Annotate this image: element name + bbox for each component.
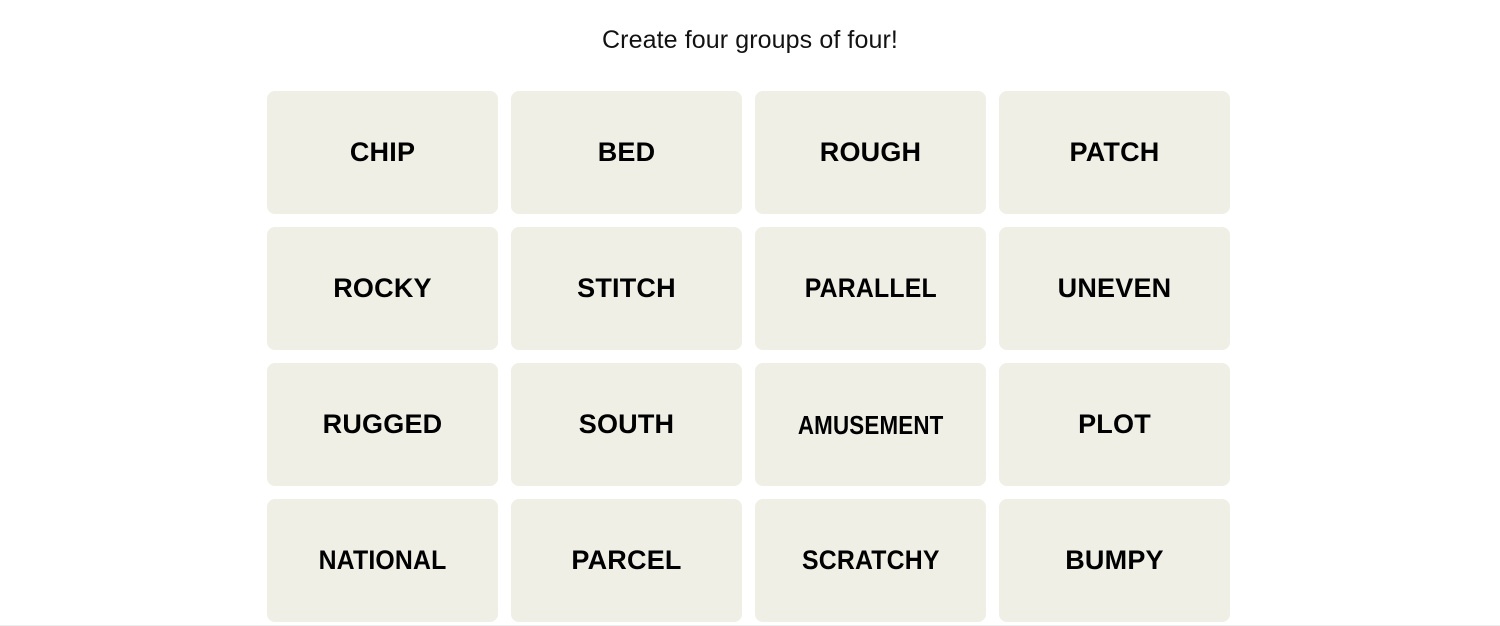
word-tile-label: ROCKY xyxy=(333,273,432,303)
word-tile[interactable]: PARCEL xyxy=(511,499,742,622)
word-tile[interactable]: PLOT xyxy=(999,363,1230,486)
word-tile[interactable]: CHIP xyxy=(267,91,498,214)
word-tile-label: STITCH xyxy=(577,273,676,303)
word-tile-label: AMUSEMENT xyxy=(797,409,944,440)
word-tile[interactable]: AMUSEMENT xyxy=(755,363,986,486)
connections-game-page: Create four groups of four! CHIP BED ROU… xyxy=(0,0,1500,626)
word-tile[interactable]: BED xyxy=(511,91,742,214)
word-tile[interactable]: PARALLEL xyxy=(755,227,986,350)
word-grid: CHIP BED ROUGH PATCH ROCKY STITCH PARALL… xyxy=(267,91,1231,622)
word-tile-label: SOUTH xyxy=(578,409,675,439)
word-tile[interactable]: BUMPY xyxy=(999,499,1230,622)
word-tile[interactable]: ROCKY xyxy=(267,227,498,350)
word-tile-label: PLOT xyxy=(1078,409,1151,439)
word-tile-label: SCRATCHY xyxy=(801,545,940,575)
word-tile[interactable]: PATCH xyxy=(999,91,1230,214)
word-tile[interactable]: NATIONAL xyxy=(267,499,498,622)
word-tile-label: PARCEL xyxy=(571,545,682,575)
word-tile-label: NATIONAL xyxy=(318,545,447,575)
word-tile[interactable]: SOUTH xyxy=(511,363,742,486)
word-tile[interactable]: RUGGED xyxy=(267,363,498,486)
word-tile-label: PATCH xyxy=(1069,137,1160,167)
word-tile-label: RUGGED xyxy=(322,409,443,439)
word-tile-label: UNEVEN xyxy=(1057,273,1172,303)
word-tile[interactable]: UNEVEN xyxy=(999,227,1230,350)
word-tile[interactable]: STITCH xyxy=(511,227,742,350)
word-tile-label: ROUGH xyxy=(819,137,922,167)
instruction-bar: Create four groups of four! xyxy=(0,0,1500,78)
word-tile-label: BED xyxy=(597,137,656,167)
word-tile[interactable]: ROUGH xyxy=(755,91,986,214)
word-tile-label: CHIP xyxy=(349,137,416,167)
word-tile-label: PARALLEL xyxy=(804,273,937,303)
word-tile[interactable]: SCRATCHY xyxy=(755,499,986,622)
word-tile-label: BUMPY xyxy=(1065,545,1164,575)
page-title: Create four groups of four! xyxy=(602,25,898,54)
